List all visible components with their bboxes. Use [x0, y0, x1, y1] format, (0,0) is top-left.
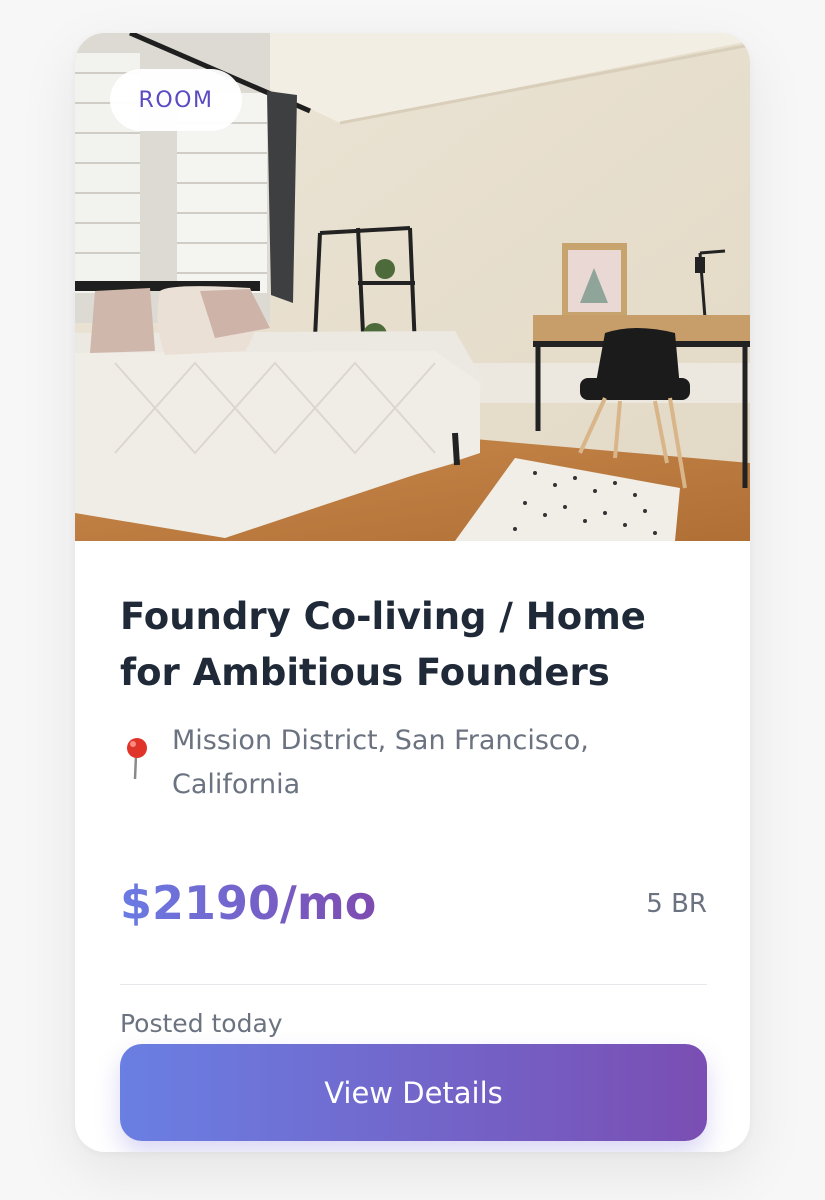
listing-card[interactable]: ROOM Foundry Co-living / Home for Ambiti… [75, 33, 750, 1152]
bedroom-count: 5 BR [646, 889, 707, 919]
view-details-button[interactable]: View Details [120, 1044, 707, 1141]
divider [120, 984, 707, 985]
room-photo: ROOM [75, 33, 750, 541]
listing-location: Mission District, San Francisco, Califor… [172, 725, 589, 800]
pushpin-icon [127, 738, 147, 780]
room-type-badge: ROOM [110, 69, 242, 131]
listing-price: $2190/mo [120, 873, 376, 933]
page: ROOM Foundry Co-living / Home for Ambiti… [0, 0, 825, 1200]
posted-date: Posted today [120, 1009, 283, 1038]
listing-title[interactable]: Foundry Co-living / Home for Ambitious F… [120, 589, 700, 701]
